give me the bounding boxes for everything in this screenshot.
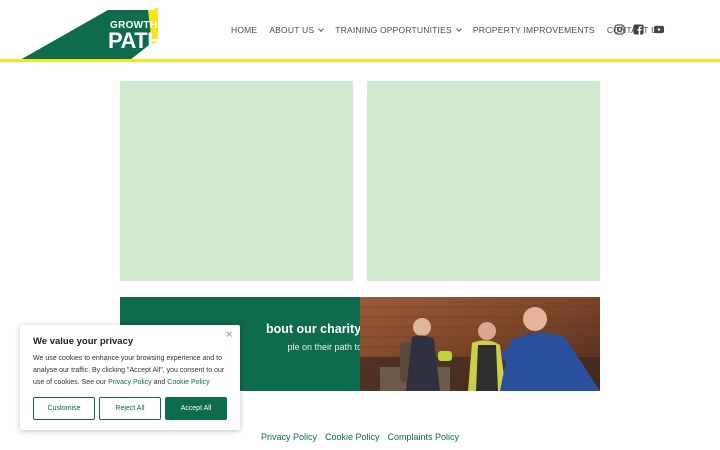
banner-subtitle: ple on their path to: [287, 342, 362, 352]
privacy-policy-link[interactable]: Privacy Policy: [108, 379, 152, 386]
workshop-photo: [360, 297, 600, 391]
nav-item-about-us[interactable]: ABOUT US: [269, 25, 325, 35]
cookie-dialog-buttons: Customise Reject All Accept All: [33, 397, 227, 420]
site-header: GROWTH PATH HOME ABOUT US TRAINING OPPOR…: [0, 0, 720, 62]
chevron-down-icon: [456, 25, 462, 32]
nav-item-property-improvements[interactable]: PROPERTY IMPROVEMENTS: [473, 25, 595, 35]
footer-link-cookie-policy[interactable]: Cookie Policy: [325, 432, 380, 442]
cookie-consent-dialog: × We value your privacy We use cookies t…: [20, 325, 240, 430]
close-icon[interactable]: ×: [225, 330, 233, 340]
cookie-policy-link[interactable]: Cookie Policy: [167, 379, 209, 386]
youtube-icon[interactable]: [653, 24, 665, 35]
nav-label: ABOUT US: [269, 25, 315, 35]
logo-text-path: PATH: [108, 28, 163, 53]
customise-button[interactable]: Customise: [33, 397, 95, 420]
growth-path-logo[interactable]: GROWTH PATH: [20, 8, 163, 60]
nav-label: HOME: [231, 25, 258, 35]
content-card-right: [367, 81, 600, 281]
header-accent-bar: [0, 59, 720, 62]
nav-item-training-opportunities[interactable]: TRAINING OPPORTUNITIES: [335, 25, 462, 35]
nav-label: PROPERTY IMPROVEMENTS: [472, 25, 595, 35]
nav-item-home[interactable]: HOME: [231, 25, 257, 35]
instagram-icon[interactable]: [614, 24, 625, 35]
footer-link-complaints-policy[interactable]: Complaints Policy: [388, 432, 460, 442]
footer-link-privacy-policy[interactable]: Privacy Policy: [261, 432, 317, 442]
cookie-dialog-body: We use cookies to enhance your browsing …: [33, 353, 231, 389]
cookie-body-and: and: [151, 379, 168, 386]
cookie-dialog-title: We value your privacy: [33, 336, 134, 347]
content-card-left: [120, 81, 353, 281]
facebook-icon[interactable]: [633, 24, 644, 35]
chevron-down-icon: [318, 25, 325, 32]
banner-title: bout our charity: [266, 322, 362, 336]
footer-links: Privacy Policy Cookie Policy Complaints …: [0, 432, 720, 442]
accept-all-button[interactable]: Accept All: [165, 397, 227, 420]
main-nav: HOME ABOUT US TRAINING OPPORTUNITIES PRO…: [231, 22, 675, 38]
nav-label: TRAINING OPPORTUNITIES: [335, 25, 452, 35]
page: GROWTH PATH HOME ABOUT US TRAINING OPPOR…: [0, 0, 720, 450]
reject-all-button[interactable]: Reject All: [99, 397, 161, 420]
